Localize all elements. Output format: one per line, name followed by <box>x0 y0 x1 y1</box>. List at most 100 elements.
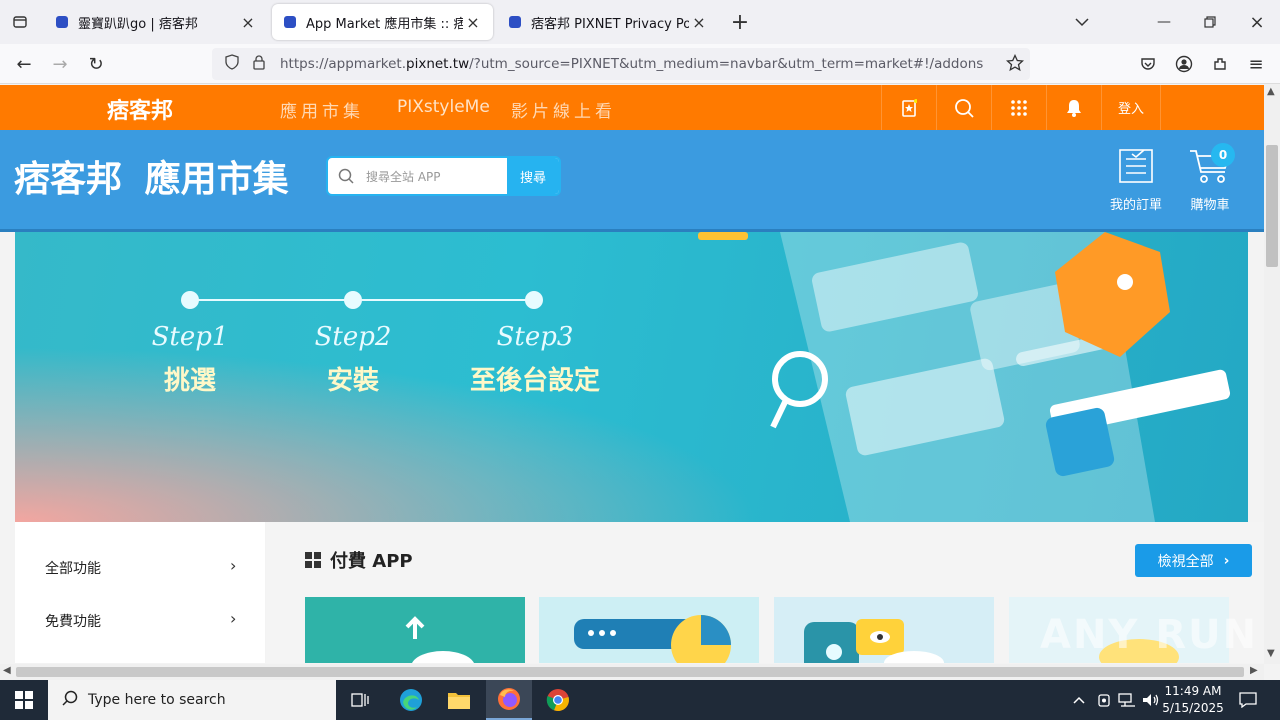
tab-title: 靈寶趴趴go | 痞客邦 <box>78 16 198 32</box>
step2-text: 安裝 <box>326 366 379 396</box>
step2: Step2 安裝 <box>313 322 393 397</box>
step2-dot <box>344 291 362 309</box>
close-window-icon[interactable]: × <box>1243 8 1271 36</box>
task-view-icon[interactable] <box>345 686 375 714</box>
chrome-icon[interactable] <box>543 686 573 714</box>
chevron-right-icon: › <box>1223 552 1230 569</box>
browser-navigation-bar: ← → ↻ https://appmarket.pixnet.tw/?utm_s… <box>0 44 1280 84</box>
notification-bell-icon[interactable] <box>1046 85 1101 130</box>
horizontal-scroll-thumb[interactable] <box>16 667 1244 677</box>
app-card[interactable] <box>539 597 759 675</box>
close-tab-icon[interactable]: × <box>689 13 709 32</box>
shield-icon[interactable] <box>224 54 240 74</box>
vertical-scroll-thumb[interactable] <box>1266 145 1278 267</box>
search-button[interactable]: 搜尋 <box>507 158 559 194</box>
step3-text: 至後台設定 <box>469 366 600 396</box>
search-icon[interactable] <box>936 85 991 130</box>
sidebar-item-all-features[interactable]: 全部功能 <box>45 558 101 578</box>
address-bar[interactable]: https://appmarket.pixnet.tw/?utm_source=… <box>212 48 1030 80</box>
upload-arrow-icon <box>405 616 475 683</box>
minimize-icon[interactable]: — <box>1150 8 1178 36</box>
url-text: https://appmarket.pixnet.tw/?utm_source=… <box>280 56 984 72</box>
browser-tab-bar: 靈寶趴趴go | 痞客邦 × App Market 應用市集 :: 痞客邦 × … <box>0 0 1280 44</box>
nav-app-market[interactable]: 應用市集 <box>280 97 364 122</box>
search-input[interactable]: 搜尋全站 APP <box>366 168 441 185</box>
tab-privacy-policy[interactable]: 痞客邦 PIXNET Privacy Policy × <box>497 4 719 40</box>
steps-connector-line <box>190 299 535 301</box>
pixnet-favicon-icon <box>54 14 70 30</box>
clock-time: 11:49 AM <box>1164 684 1222 698</box>
login-link[interactable]: 登入 <box>1101 85 1161 130</box>
tab-title: App Market 應用市集 :: 痞客邦 <box>306 16 463 32</box>
edge-icon[interactable] <box>396 686 426 714</box>
restore-icon[interactable] <box>1196 8 1224 36</box>
taskbar-search-input[interactable]: Type here to search <box>88 692 226 708</box>
bookmark-star-icon[interactable] <box>1005 53 1025 76</box>
orders-list-icon <box>1119 149 1153 183</box>
pocket-icon[interactable] <box>1134 50 1162 78</box>
nav-videos[interactable]: 影片線上看 <box>511 97 616 122</box>
pixnet-logo[interactable]: 痞客邦 <box>107 93 173 125</box>
step3-dot <box>525 291 543 309</box>
nav-pixstyleme[interactable]: PIXstyleMe <box>397 97 490 117</box>
app-market-logo[interactable]: 痞客邦 應用市集 <box>14 150 289 202</box>
scroll-left-icon[interactable]: ◀ <box>3 665 11 676</box>
windows-start-icon[interactable] <box>9 686 39 714</box>
system-clock[interactable]: 11:49 AM 5/15/2025 <box>1158 683 1228 717</box>
section-title: 付費 APP <box>330 551 413 572</box>
menu-icon[interactable]: ≡ <box>1242 50 1270 78</box>
step3-label: Step3 <box>496 322 574 352</box>
apps-grid-icon[interactable] <box>991 85 1046 130</box>
scroll-up-icon[interactable]: ▲ <box>1267 86 1275 97</box>
firefox-taskbar-icon[interactable] <box>486 680 532 720</box>
app-card[interactable] <box>305 597 525 683</box>
extensions-icon[interactable] <box>1206 50 1234 78</box>
view-all-button[interactable]: 檢視全部 › <box>1135 544 1252 577</box>
clock-date: 5/15/2025 <box>1162 701 1224 715</box>
pixnet-favicon-icon <box>507 14 523 30</box>
windows-taskbar: Type here to search 11:49 AM 5/15/2025 <box>0 680 1280 720</box>
bookmark-badge-icon[interactable] <box>881 85 936 130</box>
step2-label: Step2 <box>314 322 392 352</box>
search-icon <box>62 690 78 710</box>
reload-icon[interactable]: ↻ <box>82 50 110 78</box>
tab-list-icon[interactable] <box>6 8 34 36</box>
close-tab-icon[interactable]: × <box>463 13 483 32</box>
chat-eye-illustration-icon <box>804 619 944 675</box>
taskbar-search-box[interactable]: Type here to search <box>48 680 336 720</box>
file-explorer-icon[interactable] <box>444 686 474 714</box>
app-card[interactable] <box>774 597 994 675</box>
search-box: 搜尋全站 APP 搜尋 <box>326 156 561 196</box>
notification-center-icon[interactable] <box>1233 686 1263 714</box>
dashboard-illustration-icon <box>574 615 731 675</box>
step1-dot <box>181 291 199 309</box>
tab-app-market[interactable]: App Market 應用市集 :: 痞客邦 × <box>272 4 493 40</box>
category-sidebar: 全部功能 › 免費功能 › <box>15 522 265 663</box>
my-orders-button[interactable]: 我的訂單 <box>1104 148 1168 213</box>
view-all-label: 檢視全部 <box>1157 553 1214 570</box>
new-tab-icon[interactable]: + <box>726 8 754 36</box>
account-icon[interactable] <box>1170 50 1198 78</box>
step3: Step3 至後台設定 <box>455 322 615 397</box>
scroll-down-icon[interactable]: ▼ <box>1267 648 1275 659</box>
close-tab-icon[interactable]: × <box>238 13 258 32</box>
cart-count-badge: 0 <box>1211 143 1235 167</box>
step1-label: Step1 <box>151 322 229 352</box>
scroll-right-icon[interactable]: ▶ <box>1250 665 1258 676</box>
pixnet-favicon-icon <box>282 14 298 30</box>
tab-pixnet-blog[interactable]: 靈寶趴趴go | 痞客邦 × <box>44 4 268 40</box>
pixnet-top-bar: 痞客邦 應用市集 PIXstyleMe 影片線上看 登入 <box>0 85 1264 130</box>
forward-icon[interactable]: → <box>46 50 74 78</box>
sidebar-item-free-features[interactable]: 免費功能 <box>45 611 101 631</box>
brand-title-text: 應用市集 <box>144 159 289 200</box>
cart-button[interactable]: 購物車 0 <box>1182 143 1238 213</box>
chevron-right-icon[interactable]: › <box>230 609 236 628</box>
orders-label: 我的訂單 <box>1109 198 1162 213</box>
brand-logo-text: 痞客邦 <box>14 159 123 200</box>
hero-banner: Step1 挑選 Step2 安裝 Step3 至後台設定 <box>15 232 1248 522</box>
list-all-tabs-icon[interactable] <box>1068 8 1096 36</box>
chevron-right-icon[interactable]: › <box>230 556 236 575</box>
lock-icon[interactable] <box>252 54 266 74</box>
grid-icon <box>305 552 321 572</box>
back-icon[interactable]: ← <box>10 50 38 78</box>
